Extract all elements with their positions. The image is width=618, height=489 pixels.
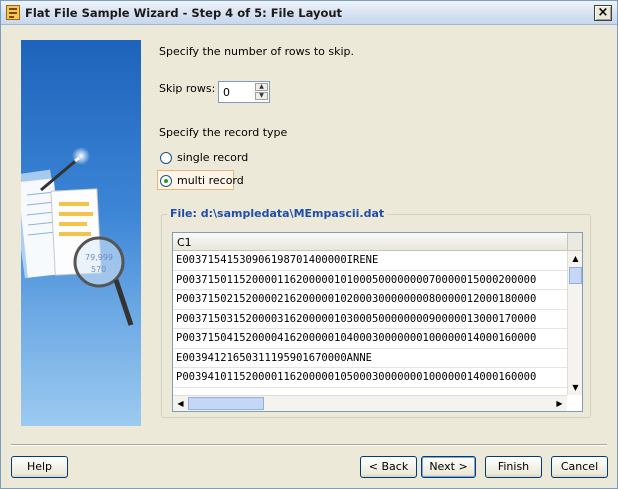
file-data-grid[interactable]: C1 E00371541530906198701400000IRENE P003… xyxy=(172,232,583,412)
skip-instruction: Specify the number of rows to skip. xyxy=(159,45,355,58)
grid-header: C1 xyxy=(173,233,567,251)
scroll-up-icon[interactable]: ▲ xyxy=(568,251,582,266)
cancel-button[interactable]: Cancel xyxy=(551,456,608,478)
scroll-left-icon[interactable]: ◀ xyxy=(173,396,188,411)
table-row[interactable]: P003715031520000316200000103000500000000… xyxy=(173,310,567,329)
back-button[interactable]: < Back xyxy=(360,456,417,478)
horizontal-scrollbar[interactable]: ◀ ▶ xyxy=(173,395,567,411)
single-record-label[interactable]: single record xyxy=(177,151,248,164)
wizard-icon xyxy=(6,5,20,20)
help-button[interactable]: Help xyxy=(11,456,68,478)
column-header-c1[interactable]: C1 xyxy=(177,236,192,249)
multi-record-label[interactable]: multi record xyxy=(177,174,244,187)
window-title: Flat File Sample Wizard - Step 4 of 5: F… xyxy=(25,6,343,20)
finish-button[interactable]: Finish xyxy=(485,456,542,478)
vertical-scroll-thumb[interactable] xyxy=(569,267,582,284)
table-row[interactable]: P003715011520000116200000101000500000000… xyxy=(173,271,567,290)
close-button[interactable]: × xyxy=(594,5,612,21)
svg-text:79,999: 79,999 xyxy=(85,253,113,262)
table-row[interactable]: P003715041520000416200000104000300000001… xyxy=(173,329,567,349)
single-record-radio[interactable] xyxy=(160,152,172,164)
table-row[interactable]: P003941011520000116200000105000300000001… xyxy=(173,368,567,388)
button-separator xyxy=(11,444,607,446)
vertical-scrollbar[interactable]: ▲ ▼ xyxy=(567,251,582,395)
next-button[interactable]: Next > xyxy=(421,456,476,478)
spinner-down-icon[interactable]: ▼ xyxy=(255,92,268,100)
table-row[interactable]: P003715021520000216200000102000300000000… xyxy=(173,290,567,310)
skip-rows-label: Skip rows: xyxy=(159,82,216,95)
table-row[interactable]: E00394121650311195901670000ANNE xyxy=(173,349,567,368)
spinner-up-icon[interactable]: ▲ xyxy=(255,83,268,91)
scroll-down-icon[interactable]: ▼ xyxy=(568,380,582,395)
multi-record-radio[interactable] xyxy=(160,175,172,187)
skip-rows-value[interactable]: 0 xyxy=(223,86,230,99)
grid-rows: E00371541530906198701400000IRENE P003715… xyxy=(173,251,567,388)
wizard-window: Flat File Sample Wizard - Step 4 of 5: F… xyxy=(0,0,618,489)
title-bar: Flat File Sample Wizard - Step 4 of 5: F… xyxy=(1,1,617,25)
close-icon: × xyxy=(597,5,609,20)
file-group-title: File: d:\sampledata\MEmpascii.dat xyxy=(167,207,388,220)
scroll-right-icon[interactable]: ▶ xyxy=(552,396,567,411)
table-row[interactable]: E00371541530906198701400000IRENE xyxy=(173,251,567,271)
wizard-illustration: 79,999 570 xyxy=(21,40,141,426)
svg-text:570: 570 xyxy=(91,265,106,274)
horizontal-scroll-thumb[interactable] xyxy=(188,397,264,410)
record-type-instruction: Specify the record type xyxy=(159,126,288,139)
spinner-buttons: ▲ ▼ xyxy=(255,83,268,101)
skip-rows-spinner[interactable]: 0 ▲ ▼ xyxy=(218,81,270,103)
grid-corner xyxy=(567,233,582,251)
